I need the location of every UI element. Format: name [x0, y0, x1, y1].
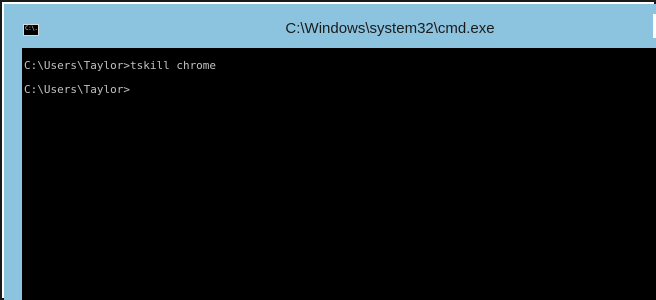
console-output[interactable]: C:\Users\Taylor>tskill chrome C:\Users\T… — [22, 48, 656, 300]
screenshot-frame: C:\. C:\Windows\system32\cmd.exe C:\User… — [0, 0, 656, 300]
console-line: C:\Users\Taylor>tskill chrome — [24, 59, 217, 72]
title-bar[interactable]: C:\. C:\Windows\system32\cmd.exe — [4, 4, 656, 48]
cmd-window: C:\. C:\Windows\system32\cmd.exe C:\User… — [4, 4, 656, 300]
console-prompt[interactable]: C:\Users\Taylor> — [24, 83, 130, 97]
window-title: C:\Windows\system32\cmd.exe — [285, 20, 495, 37]
